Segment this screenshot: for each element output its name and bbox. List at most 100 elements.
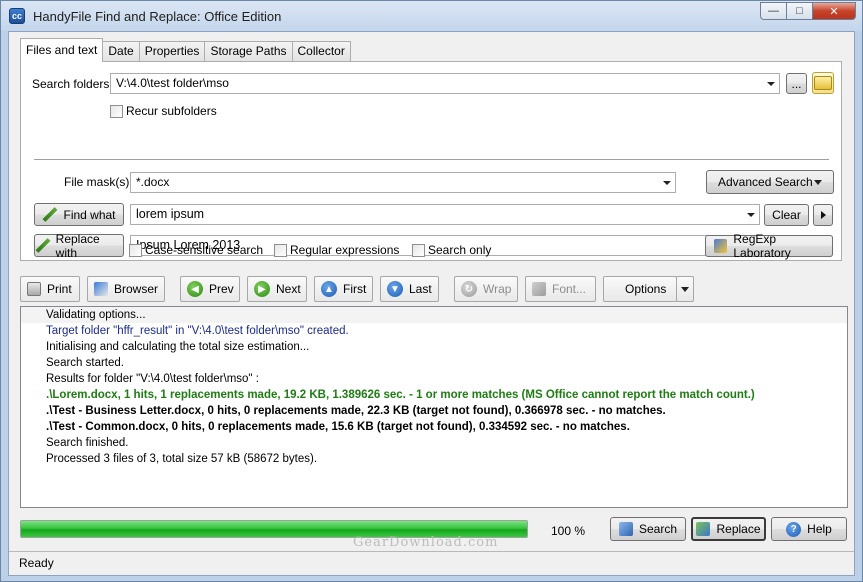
options-label: Options — [625, 282, 667, 296]
search-folders-combo[interactable]: V:\4.0\test folder\mso — [110, 73, 780, 94]
find-what-button[interactable]: Find what — [34, 203, 124, 226]
watermark-text: GearDownload.com — [353, 535, 499, 550]
advanced-search-label: Advanced Search — [718, 175, 813, 189]
chevron-down-icon — [663, 181, 671, 185]
replace-button[interactable]: Replace — [691, 517, 766, 541]
recur-subfolders-label: Recur subfolders — [126, 104, 217, 118]
find-what-combo[interactable]: lorem ipsum — [130, 204, 760, 225]
search-button[interactable]: Search — [610, 517, 686, 541]
search-label: Search — [638, 522, 678, 536]
dropdown-arrow-icon — [681, 286, 689, 292]
maximize-button[interactable]: □ — [786, 2, 812, 20]
tab-files-and-text[interactable]: Files and text — [20, 38, 104, 62]
tab-date[interactable]: Date — [102, 41, 140, 61]
search-only-label: Search only — [428, 243, 492, 257]
search-only-checkbox[interactable]: Search only — [412, 243, 491, 257]
results-toolbar: Print Browser ◀ Prev ▶ Next ▲ First ▼ La… — [20, 276, 842, 302]
regular-expressions-label: Regular expressions — [290, 243, 400, 257]
checkbox-box — [110, 104, 123, 118]
font-label: Font... — [552, 282, 587, 296]
regexp-icon — [714, 239, 728, 253]
log-line: Initialising and calculating the total s… — [46, 341, 310, 353]
status-bar: Ready — [9, 551, 854, 575]
app-icon: cc — [9, 8, 25, 24]
app-window: cc HandyFile Find and Replace: Office Ed… — [0, 0, 863, 582]
file-mask-value: *.docx — [136, 175, 170, 189]
wrap-button[interactable]: ↻ Wrap — [454, 276, 518, 302]
tab-collector[interactable]: Collector — [291, 41, 351, 61]
advanced-search-button[interactable]: Advanced Search — [706, 170, 834, 194]
pencil-icon — [42, 207, 58, 223]
next-label: Next — [276, 282, 301, 296]
status-text: Ready — [19, 556, 54, 570]
search-folders-value: V:\4.0\test folder\mso — [116, 76, 229, 90]
find-more-button[interactable] — [813, 204, 833, 226]
replace-with-label: Replace with — [55, 231, 100, 260]
main-client-area: Files and text Date Properties Storage P… — [8, 31, 855, 576]
pencil-icon — [35, 238, 51, 254]
prev-label: Prev — [209, 282, 234, 296]
open-folder-button[interactable] — [812, 72, 834, 94]
next-button[interactable]: ▶ Next — [247, 276, 307, 302]
last-label: Last — [409, 282, 432, 296]
first-button[interactable]: ▲ First — [314, 276, 373, 302]
regular-expressions-checkbox[interactable]: Regular expressions — [274, 243, 399, 257]
arrow-left-icon: ◀ — [187, 281, 203, 297]
log-line: Processed 3 files of 3, total size 57 kB… — [46, 453, 318, 465]
progress-percent-label: 100 % — [551, 524, 586, 538]
minimize-button[interactable]: — — [760, 2, 786, 20]
last-button[interactable]: ▼ Last — [380, 276, 439, 302]
find-what-label: Find what — [63, 207, 116, 222]
checkbox-box — [129, 243, 142, 257]
recur-subfolders-checkbox[interactable]: Recur subfolders — [110, 104, 217, 118]
file-mask-label: File mask(s): — [64, 175, 133, 189]
help-icon: ? — [786, 521, 802, 537]
title-bar: cc HandyFile Find and Replace: Office Ed… — [1, 1, 862, 31]
results-log[interactable]: Validating options... Target folder "hff… — [20, 306, 848, 508]
search-icon — [618, 522, 633, 536]
replace-label: Replace — [716, 522, 761, 536]
log-line: .\Lorem.docx, 1 hits, 1 replacements mad… — [46, 389, 755, 401]
log-line: Search started. — [46, 357, 124, 369]
divider — [34, 159, 829, 161]
replace-icon — [696, 522, 711, 536]
log-line: Results for folder "V:\4.0\test folder\m… — [46, 373, 259, 385]
checkbox-box — [412, 243, 425, 257]
log-line: .\Test - Common.docx, 0 hits, 0 replacem… — [46, 421, 630, 433]
arrow-up-icon: ▲ — [321, 281, 337, 297]
replace-with-button[interactable]: Replace with — [34, 231, 124, 260]
font-button[interactable]: Font... — [525, 276, 596, 302]
tab-properties[interactable]: Properties — [138, 41, 206, 61]
browser-button[interactable]: Browser — [87, 276, 165, 302]
print-label: Print — [47, 282, 72, 296]
checkbox-box — [274, 243, 287, 257]
log-line: Validating options... — [21, 307, 847, 323]
browse-folder-button[interactable]: ... — [786, 73, 807, 94]
tab-storage-paths[interactable]: Storage Paths — [204, 41, 293, 61]
clear-find-button[interactable]: Clear — [764, 204, 809, 226]
options-button[interactable]: Options — [603, 276, 677, 302]
help-button[interactable]: ? Help — [771, 517, 847, 541]
log-line: Search finished. — [46, 437, 129, 449]
print-button[interactable]: Print — [20, 276, 80, 302]
wrap-icon: ↻ — [461, 281, 477, 297]
log-line: Target folder "hffr_result" in "V:\4.0\t… — [46, 325, 349, 337]
font-icon — [532, 282, 546, 296]
browser-label: Browser — [114, 282, 159, 296]
wrap-label: Wrap — [483, 282, 512, 296]
case-sensitive-checkbox[interactable]: Case-sensitive search — [129, 243, 263, 257]
play-arrow-icon — [820, 211, 826, 219]
chevron-down-icon — [767, 82, 775, 86]
files-and-text-panel: Search folders: V:\4.0\test folder\mso .… — [20, 61, 842, 261]
search-folders-label: Search folders: — [32, 77, 113, 91]
options-dropdown-button[interactable] — [676, 276, 694, 302]
file-mask-combo[interactable]: *.docx — [130, 172, 676, 193]
close-button[interactable]: ✕ — [812, 2, 856, 20]
regexp-laboratory-button[interactable]: RegExp Laboratory — [705, 232, 833, 260]
chevron-down-icon — [747, 213, 755, 217]
case-sensitive-label: Case-sensitive search — [145, 243, 264, 257]
prev-button[interactable]: ◀ Prev — [180, 276, 240, 302]
window-controls: — □ ✕ — [760, 2, 856, 20]
find-what-value: lorem ipsum — [136, 207, 205, 221]
log-line: .\Test - Business Letter.docx, 0 hits, 0… — [46, 405, 666, 417]
